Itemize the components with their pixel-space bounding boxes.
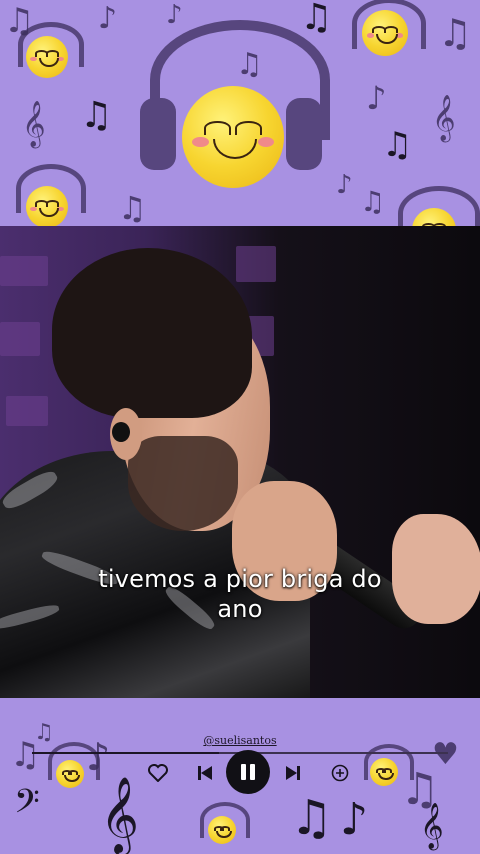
headphone-cup-left xyxy=(140,98,176,170)
caption-line-1: tivemos a pior briga do xyxy=(98,565,382,593)
previous-icon[interactable] xyxy=(194,762,216,784)
headphone-cup-right xyxy=(286,98,322,170)
music-note-icon: ♫ xyxy=(80,95,113,136)
progress-fill xyxy=(32,752,220,754)
treble-clef-icon: 𝄞 xyxy=(22,101,46,147)
smiling-emoji-icon xyxy=(56,760,84,788)
background-brick xyxy=(0,256,48,286)
music-note-icon: ♪ xyxy=(340,794,369,845)
music-note-icon: ♫ xyxy=(300,0,333,38)
add-icon[interactable] xyxy=(328,762,352,784)
singer-hair xyxy=(52,248,252,418)
treble-clef-icon: 𝄞 xyxy=(100,776,140,853)
in-ear-monitor xyxy=(112,422,130,442)
smiling-emoji-icon xyxy=(370,758,398,786)
bass-clef-icon: 𝄢 xyxy=(14,783,40,829)
music-note-icon: ♪ xyxy=(366,79,387,117)
treble-clef-icon: 𝄞 xyxy=(420,803,444,849)
music-note-icon: ♫ xyxy=(290,790,334,846)
music-note-icon: ♫ xyxy=(236,47,263,82)
music-note-icon: ♫ xyxy=(118,189,147,226)
creator-handle[interactable]: @suelisantos xyxy=(0,734,480,747)
video-frame[interactable]: tivemos a pior briga do ano xyxy=(0,226,480,698)
music-note-icon: ♫ xyxy=(360,185,386,218)
smiling-emoji-icon xyxy=(26,186,68,226)
next-icon[interactable] xyxy=(282,762,304,784)
music-note-icon: ♪ xyxy=(98,1,118,36)
music-note-icon: ♫ xyxy=(4,1,35,41)
music-note-icon: ♪ xyxy=(336,170,353,200)
music-note-icon: ♫ xyxy=(382,125,413,165)
smiling-emoji-icon xyxy=(362,10,408,56)
treble-clef-icon: 𝄞 xyxy=(432,95,456,141)
smiling-emoji-icon xyxy=(182,86,284,188)
music-note-icon: ♪ xyxy=(166,0,183,30)
singer-beard xyxy=(128,436,238,531)
heart-icon[interactable] xyxy=(146,762,170,784)
caption-line-2: ano xyxy=(217,595,263,623)
pause-button[interactable] xyxy=(226,750,270,794)
background-brick xyxy=(6,396,48,426)
top-decor-pattern: ♫ ♪ ♪ ♫ ♫ ♫ 𝄞 ♫ ♪ ♫ 𝄞 ♫ ♪ ♫ xyxy=(0,0,480,226)
background-brick xyxy=(0,322,40,356)
smiling-emoji-icon xyxy=(26,36,68,78)
music-note-icon: ♫ xyxy=(438,11,473,55)
lyrics-caption: tivemos a pior briga do ano xyxy=(0,564,480,624)
pause-icon-bar xyxy=(250,764,255,780)
pause-icon xyxy=(241,764,246,780)
background-brick xyxy=(236,246,276,282)
smiling-emoji-icon xyxy=(208,816,236,844)
